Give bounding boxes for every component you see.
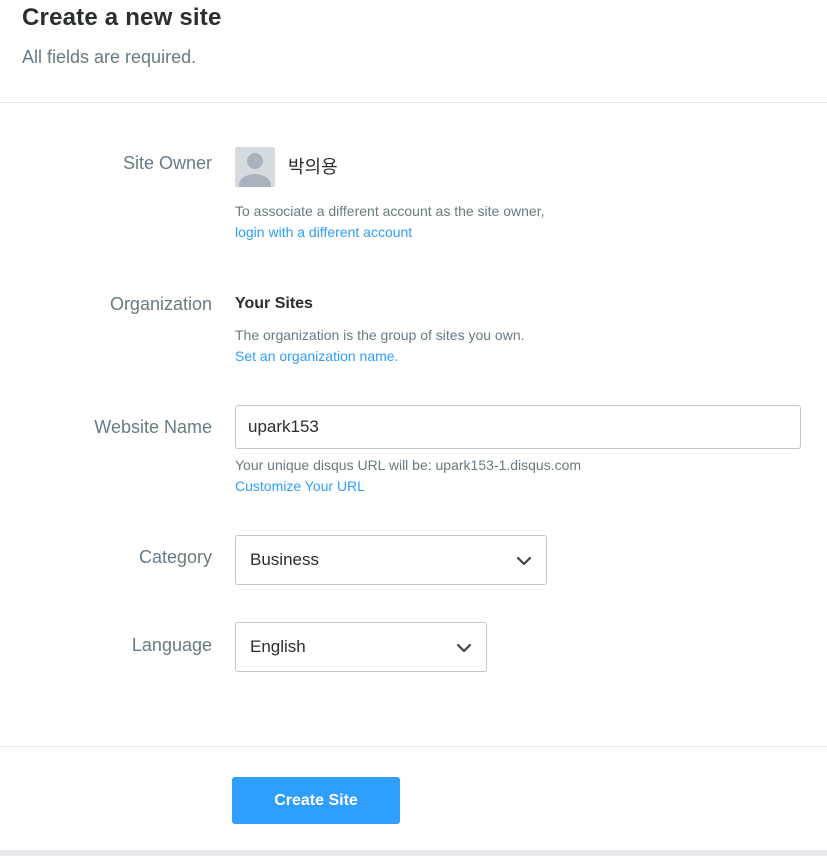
chevron-down-icon <box>516 556 532 566</box>
avatar <box>235 147 275 187</box>
category-selected-value: Business <box>250 550 319 569</box>
avatar-placeholder-icon <box>235 147 275 187</box>
footer-divider <box>0 746 827 747</box>
language-label: Language <box>131 635 212 655</box>
organization-name: Your Sites <box>235 295 313 312</box>
owner-help-text: To associate a different account as the … <box>235 203 545 219</box>
website-name-input[interactable] <box>235 405 801 449</box>
category-select[interactable]: Business <box>235 535 547 585</box>
website-name-label: Website Name <box>94 417 212 437</box>
login-different-account-link[interactable]: login with a different account <box>235 224 412 240</box>
create-site-button[interactable]: Create Site <box>232 777 400 824</box>
site-owner-label: Site Owner <box>122 153 212 173</box>
page-title: Create a new site <box>22 4 222 31</box>
language-select[interactable]: English <box>235 622 487 672</box>
organization-help-text: The organization is the group of sites y… <box>235 327 525 343</box>
create-site-page: Create a new site All fields are require… <box>0 0 827 856</box>
owner-name: 박의용 <box>288 157 338 177</box>
organization-label: Organization <box>109 294 212 314</box>
bottom-border <box>0 850 827 856</box>
set-organization-name-link[interactable]: Set an organization name. <box>235 348 398 364</box>
disqus-url-help-text: Your unique disqus URL will be: upark153… <box>235 457 582 473</box>
customize-url-link[interactable]: Customize Your URL <box>235 478 365 494</box>
page-subtitle: All fields are required. <box>22 47 197 67</box>
chevron-down-icon <box>456 643 472 653</box>
page-header: Create a new site All fields are require… <box>0 0 827 103</box>
category-label: Category <box>138 547 212 567</box>
language-selected-value: English <box>250 637 306 656</box>
